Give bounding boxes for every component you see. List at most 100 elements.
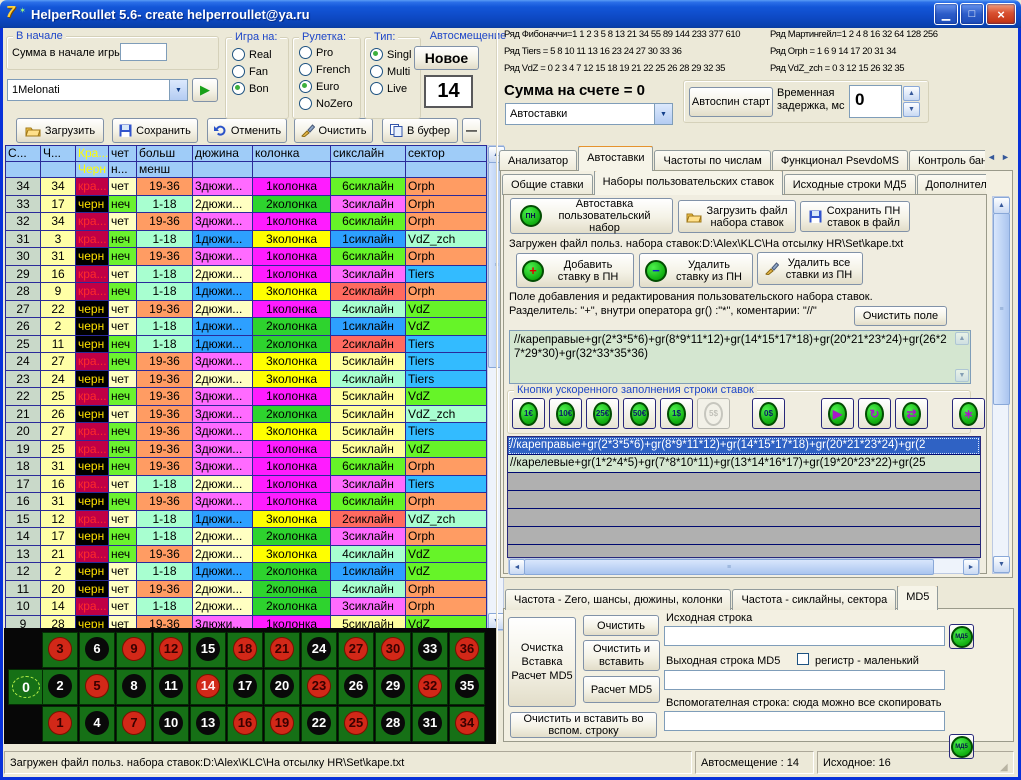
autospin-start-button[interactable]: Автоспин старт — [689, 87, 773, 117]
roulette-cell[interactable]: 12 — [153, 632, 189, 668]
sub-tab[interactable]: Исходные строки МД5 — [784, 174, 916, 195]
table-row[interactable]: 122чернчет1-181дюжи...2колонка1сиклайнVd… — [6, 563, 487, 581]
table-row[interactable]: 1014кра...чет1-182дюжи...2колонка3сиклай… — [6, 598, 487, 616]
column-header[interactable] — [193, 162, 253, 178]
roulette-cell[interactable]: 17 — [227, 669, 263, 705]
panel-scrollbar-thumb[interactable]: ≡ — [993, 213, 1010, 405]
md5-clear-paste-aux-button[interactable]: Очистить и вставить во вспом. строку — [510, 712, 657, 738]
editor-scroll-up-icon[interactable]: ▲ — [955, 332, 969, 345]
roulette-cell[interactable]: 11 — [153, 669, 189, 705]
table-row[interactable]: 3234кра...чет19-363дюжи...1колонка6сикла… — [6, 213, 487, 231]
roulette-cell[interactable]: 8 — [116, 669, 152, 705]
column-header[interactable]: чет — [109, 146, 137, 162]
autobet-user-set-button[interactable]: ПН Автоставка пользовательский набор — [510, 198, 673, 234]
roulette-cell[interactable]: 25 — [338, 706, 374, 742]
roulette-cell[interactable]: 20 — [264, 669, 300, 705]
table-row[interactable]: 1417черннеч1-182дюжи...2колонка3сиклайнO… — [6, 528, 487, 546]
main-tab[interactable]: Контроль банкро — [909, 150, 985, 171]
roulette-cell[interactable]: 4 — [79, 706, 115, 742]
table-row[interactable]: 3434кра...чет19-363дюжи...1колонка6сикла… — [6, 178, 487, 196]
roulette-cell[interactable]: 18 — [227, 632, 263, 668]
main-tab[interactable]: Функционал PsevdoMS — [772, 150, 908, 171]
column-header[interactable]: С... — [6, 146, 41, 162]
roulette-cell[interactable]: 2 — [42, 669, 78, 705]
roulette-cell[interactable]: 5 — [79, 669, 115, 705]
sub-tab[interactable]: Наборы пользовательских ставок — [594, 171, 783, 195]
scroll-right-icon[interactable]: ► — [963, 559, 979, 575]
panel-scrollbar[interactable]: ▲ ≡ ▼ — [992, 196, 1009, 574]
radio-option-pro[interactable]: Pro — [299, 44, 360, 61]
radio-option-bon[interactable]: Bon — [232, 80, 288, 97]
table-row[interactable]: 1321кра...неч19-362дюжи...3колонка4сикла… — [6, 546, 487, 564]
column-header[interactable]: Кра... — [76, 146, 109, 162]
radio-option-live[interactable]: Live — [370, 80, 420, 97]
chevron-down-icon[interactable]: ▼ — [654, 104, 672, 124]
roulette-cell[interactable]: 22 — [301, 706, 337, 742]
quick-bet-button[interactable]: 50€ — [623, 398, 656, 429]
roulette-cell[interactable]: 34 — [449, 706, 485, 742]
column-header[interactable] — [253, 162, 331, 178]
roulette-cell[interactable]: 26 — [338, 669, 374, 705]
radio-option-fan[interactable]: Fan — [232, 63, 288, 80]
roulette-cell[interactable]: 36 — [449, 632, 485, 668]
radio-option-real[interactable]: Real — [232, 46, 288, 63]
scroll-up-icon[interactable]: ▲ — [993, 197, 1010, 214]
start-sum-input[interactable] — [120, 43, 167, 61]
bet-list-empty-row[interactable] — [508, 527, 980, 545]
roulette-cell[interactable]: 3 — [42, 632, 78, 668]
quick-bet-button[interactable]: ∗ — [952, 398, 985, 429]
table-row[interactable]: 1631черннеч19-363дюжи...1колонка6сиклайн… — [6, 493, 487, 511]
bet-list[interactable]: //кареправые+gr(2*3*5*6)+gr(8*9*11*12)+g… — [507, 436, 981, 558]
mode-select[interactable]: Автоставки ▼ — [505, 103, 673, 125]
md5-aux-input[interactable] — [664, 711, 945, 731]
undo-button[interactable]: Отменить — [207, 118, 287, 143]
roulette-cell[interactable]: 24 — [301, 632, 337, 668]
add-bet-button[interactable]: + Добавить ставку в ПН — [516, 253, 634, 288]
md5-calc-source-button[interactable]: МД5 — [949, 624, 974, 649]
radio-option-euro[interactable]: Euro — [299, 78, 360, 95]
load-set-file-button[interactable]: Загрузить файл набора ставок — [678, 200, 796, 233]
load-button[interactable]: Загрузить — [16, 118, 104, 143]
sub-tab[interactable]: Общие ставки — [502, 174, 593, 195]
roulette-cell[interactable]: 19 — [264, 706, 300, 742]
column-header[interactable]: менш — [137, 162, 193, 178]
roulette-cell[interactable]: 31 — [412, 706, 448, 742]
save-button[interactable]: Сохранить — [112, 118, 198, 143]
tabs-scroll-right-icon[interactable]: ► — [1001, 152, 1010, 162]
new-number-button[interactable]: Новое — [414, 46, 479, 70]
roulette-cell[interactable]: 10 — [153, 706, 189, 742]
run-strategy-button[interactable]: ▶ — [192, 78, 218, 102]
column-header[interactable]: сикслайн — [331, 146, 406, 162]
column-header[interactable]: больш — [137, 146, 193, 162]
column-header[interactable]: Черн — [76, 162, 109, 178]
table-row[interactable]: 1716кра...чет1-182дюжи...1колонка3сиклай… — [6, 476, 487, 494]
clear-field-button[interactable]: Очистить поле — [854, 306, 947, 326]
resize-grip[interactable]: ◢ — [1000, 762, 1008, 773]
maximize-button[interactable]: □ — [960, 3, 984, 25]
roulette-cell[interactable]: 30 — [375, 632, 411, 668]
roulette-cell[interactable]: 35 — [449, 669, 485, 705]
roulette-cell[interactable]: 23 — [301, 669, 337, 705]
bottom-tab[interactable]: Частота - сиклайны, сектора — [732, 589, 896, 610]
tabs-scroll-left-icon[interactable]: ◄ — [987, 152, 996, 162]
quick-bet-button[interactable]: ▶ — [821, 398, 854, 429]
column-header[interactable]: н... — [109, 162, 137, 178]
close-button[interactable]: × — [986, 3, 1016, 25]
roulette-cell[interactable]: 6 — [79, 632, 115, 668]
md5-all-button[interactable]: ОчисткаВставкаРасчет MD5 — [508, 617, 576, 707]
roulette-cell[interactable]: 15 — [190, 632, 226, 668]
bet-list-row[interactable]: //кареправые+gr(2*3*5*6)+gr(8*9*11*12)+g… — [508, 437, 980, 455]
radio-option-french[interactable]: French — [299, 61, 360, 78]
table-row[interactable]: 2722чернчет19-362дюжи...1колонка4сиклайн… — [6, 301, 487, 319]
column-header[interactable] — [41, 162, 76, 178]
column-header[interactable]: сектор — [406, 146, 487, 162]
table-row[interactable]: 3317черннеч1-182дюжи...2колонка3сиклайнO… — [6, 196, 487, 214]
table-row[interactable]: 2916кра...чет1-182дюжи...1колонка3сиклай… — [6, 266, 487, 284]
save-set-file-button[interactable]: Сохранить ПН ставок в файл — [800, 201, 910, 232]
table-row[interactable]: 3031черннеч19-363дюжи...1колонка6сиклайн… — [6, 248, 487, 266]
quick-bet-button[interactable]: ⇄ — [895, 398, 928, 429]
roulette-zero-cell[interactable]: 0 — [8, 669, 44, 705]
md5-calc-button[interactable]: Расчет MD5 — [583, 676, 660, 703]
roulette-cell[interactable]: 32 — [412, 669, 448, 705]
delay-up-icon[interactable]: ▲ — [903, 86, 920, 101]
